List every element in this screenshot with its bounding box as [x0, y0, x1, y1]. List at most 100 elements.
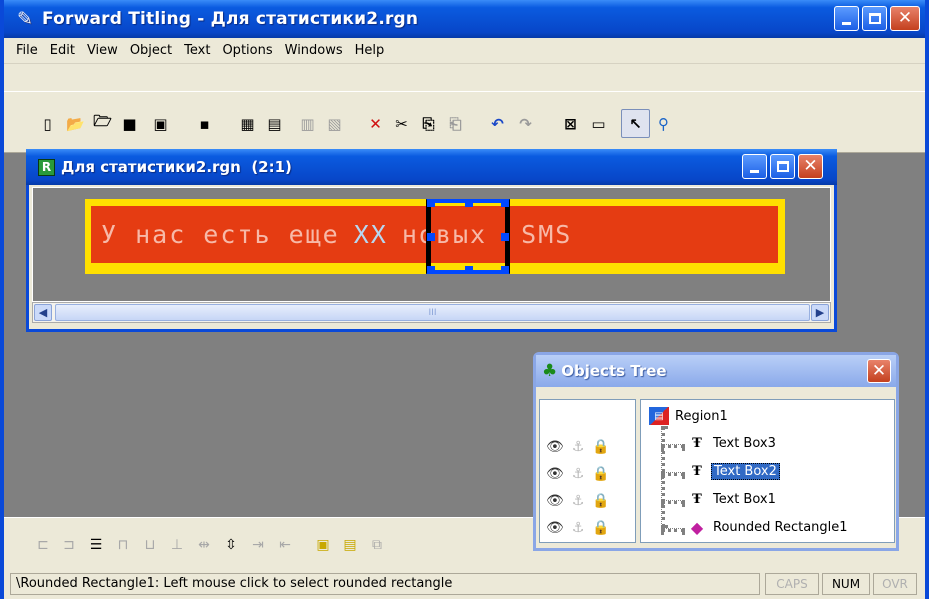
save-all-button[interactable]: ▣ [146, 109, 175, 138]
undo-button[interactable]: ↶ [483, 109, 512, 138]
distribute-v-button[interactable]: ⇳ [218, 531, 244, 559]
align-left-button[interactable]: ⊏ [30, 531, 56, 559]
export-button[interactable]: ▥ [293, 109, 322, 138]
doc-close-button[interactable]: ✕ [798, 154, 823, 179]
resize-handle[interactable] [465, 266, 473, 274]
objects-tree-title: Objects Tree [561, 362, 667, 380]
eye-icon[interactable]: 👁 [546, 520, 564, 536]
align-middle-button[interactable]: ⊔ [137, 531, 163, 559]
space-h-button[interactable]: ⇥ [245, 531, 271, 559]
minimize-button[interactable] [834, 6, 859, 31]
anchor-icon[interactable]: ⚓ [572, 493, 585, 509]
menu-view[interactable]: View [81, 43, 124, 58]
eye-icon[interactable]: 👁 [546, 466, 564, 482]
delete-button[interactable]: ✕ [361, 109, 390, 138]
save-button[interactable]: ■ [115, 109, 144, 138]
selection-box[interactable] [426, 199, 510, 274]
menu-edit[interactable]: Edit [44, 43, 81, 58]
distribute-h-button[interactable]: ⇹ [191, 531, 217, 559]
menu-help[interactable]: Help [349, 43, 391, 58]
anchor-icon[interactable]: ⚓ [572, 520, 585, 536]
save-as-icon: ▪ [199, 114, 210, 133]
resize-handle[interactable] [501, 266, 509, 274]
maximize-button[interactable] [862, 6, 887, 31]
menu-file[interactable]: File [10, 43, 44, 58]
doc-minimize-button[interactable] [742, 154, 767, 179]
doc-maximize-button[interactable] [770, 154, 795, 179]
undo-icon: ↶ [491, 114, 504, 133]
anchor-icon[interactable]: ⚓ [572, 439, 585, 455]
align-right-button[interactable]: ☰ [83, 531, 109, 559]
open-button[interactable]: 📂 [61, 109, 90, 138]
lock-icon[interactable]: 🔒 [592, 466, 609, 482]
resize-handle[interactable] [427, 266, 435, 274]
save-as-button[interactable]: ▪ [190, 109, 219, 138]
scroll-left-icon[interactable]: ◀ [34, 304, 52, 321]
open-template-button[interactable]: 🗁 [88, 109, 117, 138]
redo-button[interactable]: ↷ [511, 109, 540, 138]
stop-preview-button[interactable]: ⊠ [556, 109, 585, 138]
visibility-row: 👁 ⚓ 🔒 [546, 437, 610, 457]
scroll-right-icon[interactable]: ▶ [811, 304, 829, 321]
tree-node-label: Rounded Rectangle1 [713, 519, 848, 535]
resize-handle[interactable] [427, 199, 435, 207]
visibility-row: 👁 ⚓ 🔒 [546, 464, 610, 484]
text-box3[interactable]: У нас есть еще [101, 220, 340, 249]
export-all-button[interactable]: ▧ [320, 109, 349, 138]
tree-node-text-box2[interactable]: Ŧ Text Box2 [687, 462, 780, 480]
space-v-button[interactable]: ⇤ [272, 531, 298, 559]
text-box2[interactable]: XX [354, 220, 388, 249]
tree-line [661, 472, 685, 476]
text-box-icon: Ŧ [692, 435, 702, 451]
eye-icon[interactable]: 👁 [546, 493, 564, 509]
document-title-bar[interactable]: R Для статистики2.rgn (2:1) ✕ [26, 149, 837, 185]
align-top-button[interactable]: ⊓ [110, 531, 136, 559]
lock-icon[interactable]: 🔒 [592, 439, 609, 455]
resize-handle[interactable] [501, 199, 509, 207]
menu-object[interactable]: Object [124, 43, 178, 58]
menu-windows[interactable]: Windows [279, 43, 349, 58]
select-tool-button[interactable]: ↖ [621, 109, 650, 138]
resize-handle[interactable] [427, 233, 435, 241]
app-title-bar[interactable]: ✎ Forward Titling - Для статистики2.rgn … [4, 0, 925, 38]
tree-line [661, 444, 685, 448]
zoom-tool-icon: ⚲ [658, 114, 669, 133]
close-button[interactable]: ✕ [890, 6, 920, 31]
anchor-icon[interactable]: ⚓ [572, 466, 585, 482]
ovr-indicator: OVR [873, 573, 917, 595]
import-image-button[interactable]: ▦ [233, 109, 262, 138]
objects-tree-close-button[interactable]: ✕ [867, 359, 891, 383]
menu-options[interactable]: Options [216, 43, 278, 58]
horizontal-scrollbar[interactable]: ◀ III ▶ [32, 302, 831, 323]
tree-node-text-box3[interactable]: Ŧ Text Box3 [687, 434, 778, 452]
menu-text[interactable]: Text [178, 43, 216, 58]
cut-button[interactable]: ✂ [387, 109, 416, 138]
tree-node-label: Text Box2 [711, 462, 780, 480]
scroll-thumb[interactable]: III [55, 304, 810, 321]
rounded-rectangle[interactable]: У нас есть еще XX новых SMS [85, 199, 785, 274]
align-center-button[interactable]: ⊐ [56, 531, 82, 559]
caps-indicator: CAPS [765, 573, 819, 595]
lock-icon[interactable]: 🔒 [592, 493, 609, 509]
import-sequence-button[interactable]: ▤ [260, 109, 289, 138]
preview-button[interactable]: ▭ [584, 109, 613, 138]
objects-tree-title-bar[interactable]: ♣ Objects Tree ✕ [536, 355, 896, 387]
resize-handle[interactable] [501, 233, 509, 241]
tree-node-rounded-rectangle1[interactable]: ◆ Rounded Rectangle1 [687, 518, 850, 537]
paste-button[interactable]: ⎗ [441, 109, 470, 138]
align-bottom-button[interactable]: ⊥ [164, 531, 190, 559]
title-canvas[interactable]: У нас есть еще XX новых SMS [32, 187, 831, 302]
tree-node-text-box1[interactable]: Ŧ Text Box1 [687, 490, 778, 508]
group-button[interactable]: ⧉ [364, 531, 390, 559]
send-backward-button[interactable]: ▤ [337, 531, 363, 559]
menu-bar: File Edit View Object Text Options Windo… [4, 38, 925, 64]
resize-handle[interactable] [465, 199, 473, 207]
text-box-icon: Ŧ [692, 491, 702, 507]
eye-icon[interactable]: 👁 [546, 439, 564, 455]
tree-node-region1[interactable]: ▤ Region1 [649, 407, 730, 425]
new-doc-button[interactable]: ▯ [33, 109, 62, 138]
copy-button[interactable]: ⎘ [414, 109, 443, 138]
zoom-tool-button[interactable]: ⚲ [649, 109, 678, 138]
lock-icon[interactable]: 🔒 [592, 520, 609, 536]
bring-forward-button[interactable]: ▣ [310, 531, 336, 559]
